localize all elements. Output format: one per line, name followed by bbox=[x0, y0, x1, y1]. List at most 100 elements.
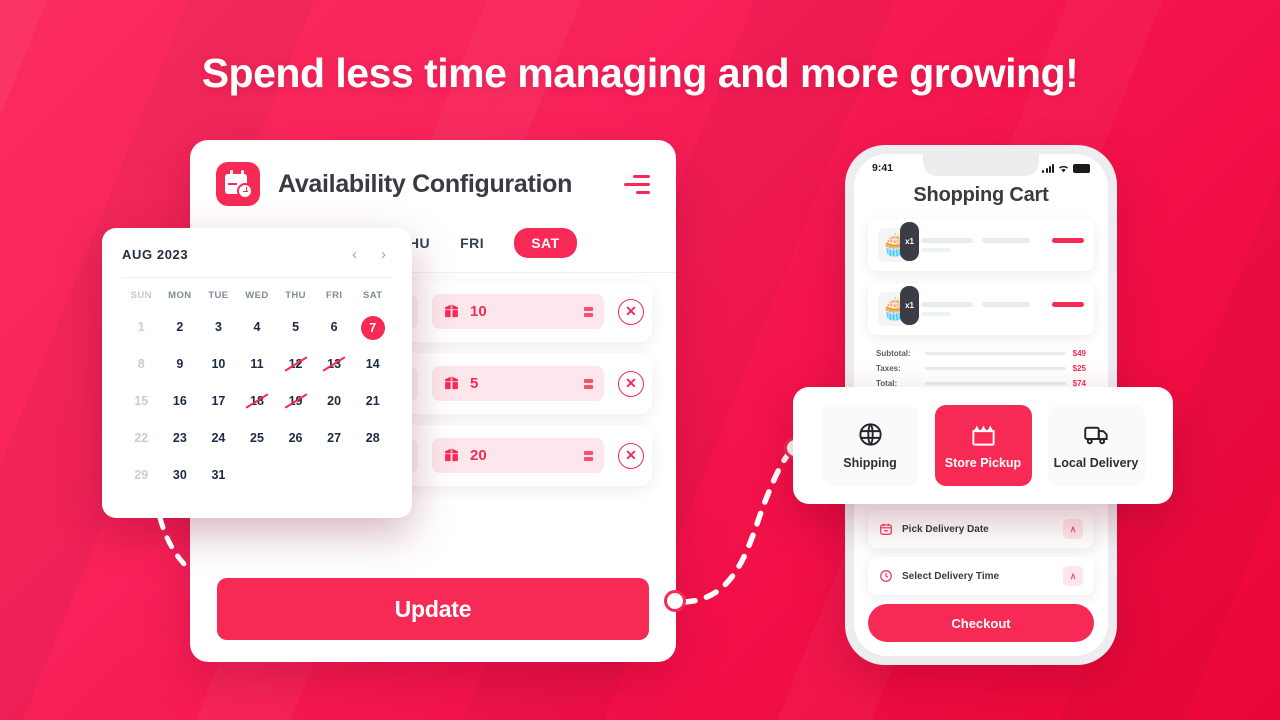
chevron-right-icon[interactable]: › bbox=[381, 246, 386, 263]
calendar-day-21[interactable]: 21 bbox=[353, 390, 392, 412]
calendar-day-8[interactable]: 8 bbox=[122, 353, 161, 375]
signal-icon bbox=[1042, 163, 1054, 173]
calendar-day-23[interactable]: 23 bbox=[161, 427, 200, 449]
checkout-button[interactable]: Checkout bbox=[868, 604, 1094, 642]
close-circle-icon[interactable]: ✕ bbox=[618, 442, 644, 469]
calendar-day-11[interactable]: 11 bbox=[238, 353, 277, 375]
close-circle-icon[interactable]: ✕ bbox=[618, 298, 644, 325]
calendar-day-empty bbox=[276, 464, 315, 486]
cart-item[interactable]: 🧁 x1 bbox=[868, 219, 1094, 271]
delivery-option-store-pickup[interactable]: Store Pickup bbox=[934, 405, 1032, 486]
calendar-day-18[interactable]: 18 bbox=[238, 390, 277, 412]
dow-mon: MON bbox=[168, 290, 192, 301]
pick-delivery-date-select[interactable]: Pick Delivery Date ∧ bbox=[868, 510, 1094, 548]
chevron-left-icon[interactable]: ‹ bbox=[352, 246, 357, 263]
select-label: Pick Delivery Date bbox=[902, 523, 989, 535]
calendar-header: AUG 2023 ‹ › bbox=[122, 246, 392, 277]
cart-title: Shopping Cart bbox=[913, 184, 1049, 206]
calendar-day-30[interactable]: 30 bbox=[161, 464, 200, 486]
calendar-day-3[interactable]: 3 bbox=[199, 316, 238, 338]
calendar-day-13[interactable]: 13 bbox=[315, 353, 354, 375]
calendar-day-7[interactable]: 7 bbox=[353, 316, 392, 340]
card-header: Availability Configuration bbox=[190, 140, 676, 206]
globe-icon bbox=[858, 423, 882, 446]
tab-sat[interactable]: SAT bbox=[514, 228, 577, 258]
subtotal-value: $49 bbox=[1072, 349, 1086, 358]
calendar-day-empty bbox=[315, 464, 354, 486]
quantity-field[interactable]: 5 bbox=[432, 366, 604, 401]
stepper-icon[interactable] bbox=[584, 378, 593, 389]
calendar-day-empty bbox=[353, 464, 392, 486]
dow-thu: THU bbox=[285, 290, 306, 301]
quantity-value: 10 bbox=[470, 303, 487, 320]
package-icon bbox=[445, 448, 458, 462]
taxes-value: $25 bbox=[1072, 364, 1086, 373]
quantity-field[interactable]: 20 bbox=[432, 438, 604, 473]
storefront-icon bbox=[971, 425, 995, 446]
calendar-day-24[interactable]: 24 bbox=[199, 427, 238, 449]
dow-wed: WED bbox=[245, 290, 269, 301]
calendar-icon bbox=[880, 523, 892, 535]
calendar-day-14[interactable]: 14 bbox=[353, 353, 392, 375]
taxes-label: Taxes: bbox=[876, 364, 901, 373]
calendar-day-12[interactable]: 12 bbox=[276, 353, 315, 375]
calendar-day-31[interactable]: 31 bbox=[199, 464, 238, 486]
calendar-day-1[interactable]: 1 bbox=[122, 316, 161, 338]
calendar-day-22[interactable]: 22 bbox=[122, 427, 161, 449]
calendar-day-6[interactable]: 6 bbox=[315, 316, 354, 338]
clock-icon bbox=[880, 570, 892, 582]
calendar-day-25[interactable]: 25 bbox=[238, 427, 277, 449]
phone-notch bbox=[923, 154, 1039, 176]
chevron-up-icon[interactable]: ∧ bbox=[1063, 519, 1083, 539]
filler-line bbox=[925, 381, 1066, 386]
calendar-day-29[interactable]: 29 bbox=[122, 464, 161, 486]
connector-node-left bbox=[664, 590, 686, 612]
hamburger-icon[interactable] bbox=[624, 174, 650, 194]
calendar-day-27[interactable]: 27 bbox=[315, 427, 354, 449]
delivery-option-local-delivery[interactable]: Local Delivery bbox=[1047, 405, 1145, 486]
order-totals: Subtotal: $49 Taxes: $25 Total: $74 bbox=[876, 349, 1086, 388]
quantity-field[interactable]: 10 bbox=[432, 294, 604, 329]
calendar-day-16[interactable]: 16 bbox=[161, 390, 200, 412]
quantity-value: 20 bbox=[470, 447, 487, 464]
update-button[interactable]: Update bbox=[217, 578, 649, 640]
truck-icon bbox=[1083, 426, 1108, 445]
stepper-icon[interactable] bbox=[584, 450, 593, 461]
calendar-day-19[interactable]: 19 bbox=[276, 390, 315, 412]
calendar-day-2[interactable]: 2 bbox=[161, 316, 200, 338]
option-label: Local Delivery bbox=[1053, 456, 1139, 470]
filler-line bbox=[925, 351, 1066, 356]
product-thumbnail: 🧁 x1 bbox=[878, 286, 919, 326]
cart-item[interactable]: 🧁 x1 bbox=[868, 283, 1094, 335]
stepper-icon[interactable] bbox=[584, 306, 593, 317]
calendar-day-9[interactable]: 9 bbox=[161, 353, 200, 375]
calendar-clock-icon bbox=[216, 162, 260, 206]
close-circle-icon[interactable]: ✕ bbox=[618, 370, 644, 397]
total-row: Subtotal: $49 bbox=[876, 349, 1086, 358]
package-icon bbox=[445, 304, 458, 318]
total-row: Taxes: $25 bbox=[876, 364, 1086, 373]
calendar-day-4[interactable]: 4 bbox=[238, 316, 277, 338]
calendar-day-5[interactable]: 5 bbox=[276, 316, 315, 338]
delivery-option-shipping[interactable]: Shipping bbox=[821, 405, 919, 486]
select-delivery-time-select[interactable]: Select Delivery Time ∧ bbox=[868, 557, 1094, 595]
select-label: Select Delivery Time bbox=[902, 570, 1000, 582]
page-title: Availability Configuration bbox=[278, 169, 573, 198]
package-icon bbox=[445, 376, 458, 390]
product-thumbnail: 🧁 x1 bbox=[878, 222, 919, 262]
chevron-up-icon[interactable]: ∧ bbox=[1063, 566, 1083, 586]
calendar-day-26[interactable]: 26 bbox=[276, 427, 315, 449]
dow-sat: SAT bbox=[362, 290, 383, 301]
calendar-day-empty bbox=[238, 464, 277, 486]
calendar-day-20[interactable]: 20 bbox=[315, 390, 354, 412]
calendar-day-15[interactable]: 15 bbox=[122, 390, 161, 412]
calendar-day-17[interactable]: 17 bbox=[199, 390, 238, 412]
calendar-day-28[interactable]: 28 bbox=[353, 427, 392, 449]
wifi-icon bbox=[1059, 165, 1068, 172]
calendar-grid: SUN MON TUE WED THU FRI SAT 1 2 3 4 5 6 7 8 9 10 1… bbox=[122, 290, 392, 486]
product-placeholder-lines bbox=[921, 238, 1084, 252]
tab-fri[interactable]: FRI bbox=[460, 235, 484, 251]
dow-tue: TUE bbox=[208, 290, 229, 301]
filler-line bbox=[925, 366, 1066, 371]
calendar-day-10[interactable]: 10 bbox=[199, 353, 238, 375]
